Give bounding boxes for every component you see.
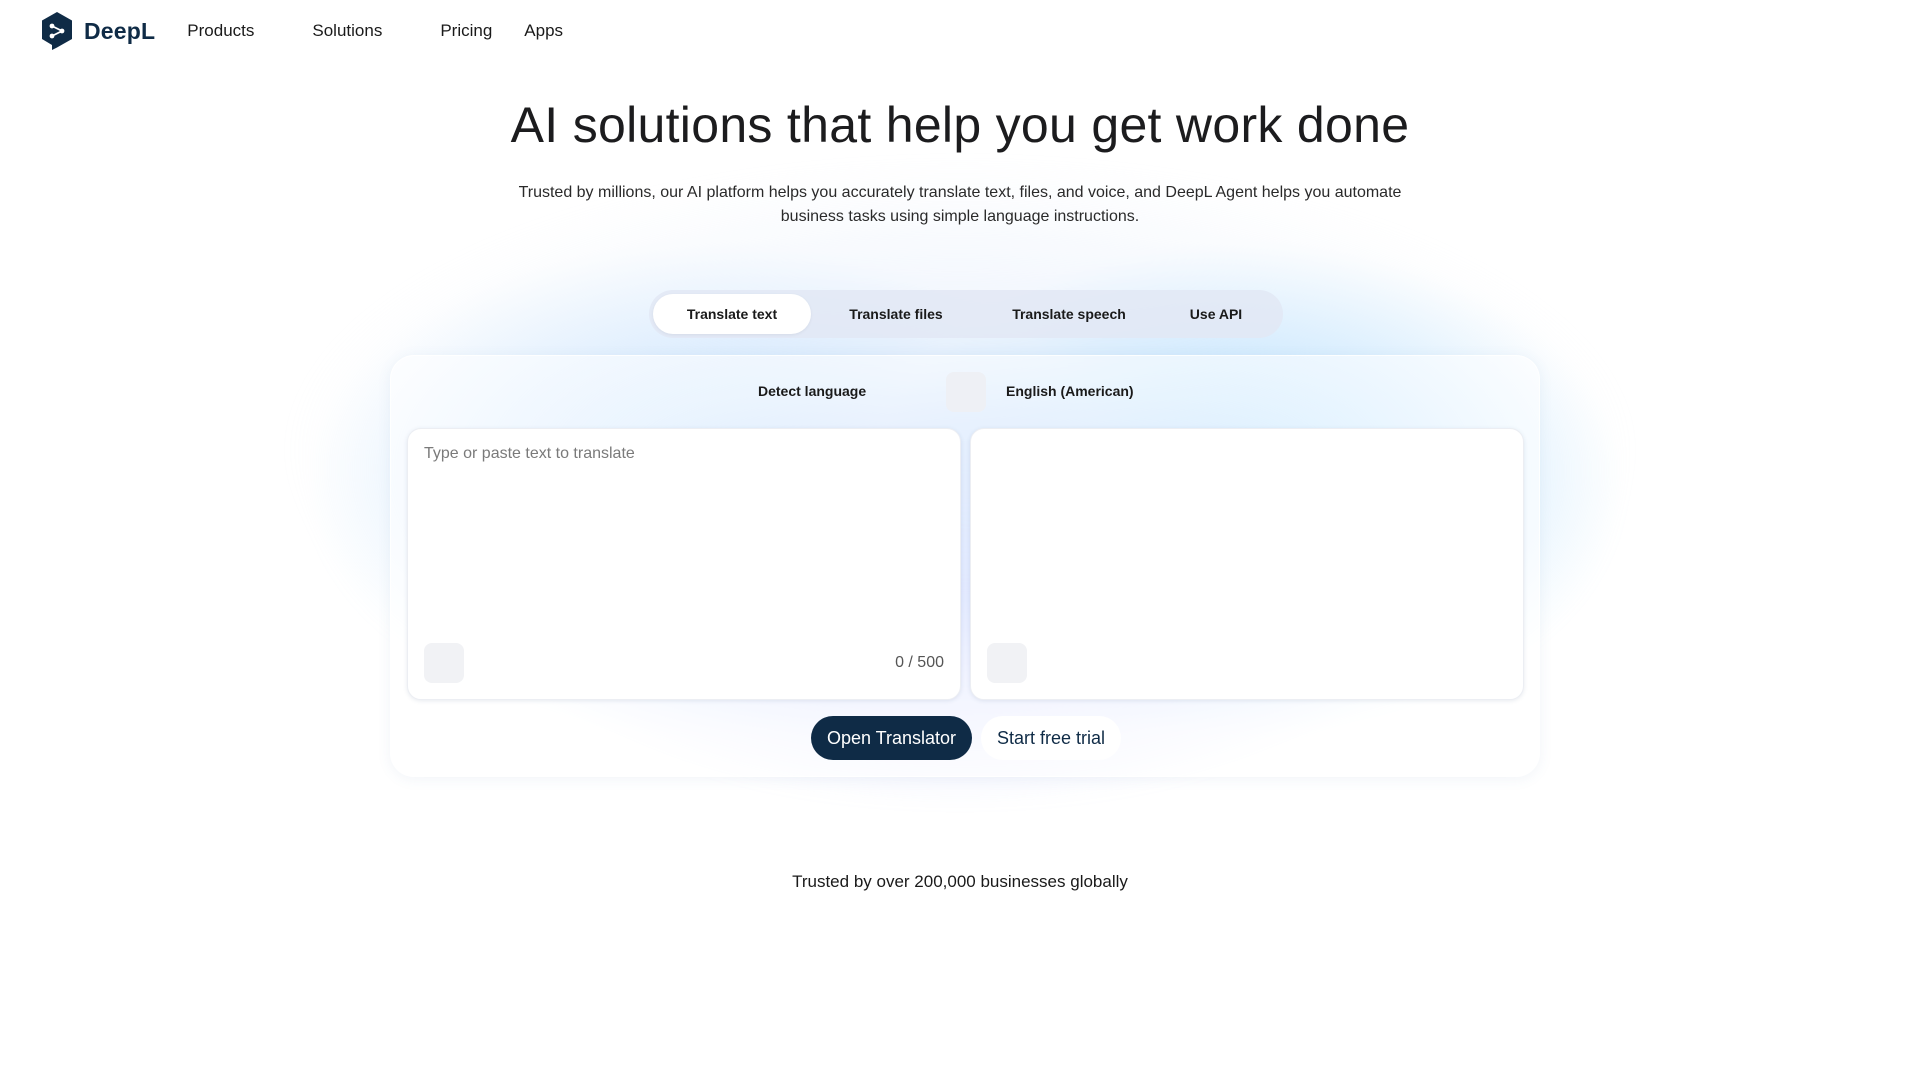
source-text-input[interactable]	[408, 429, 960, 639]
hero-title: AI solutions that help you get work done	[510, 97, 1410, 153]
tab-use-api[interactable]: Use API	[1157, 294, 1275, 334]
swap-languages-icon[interactable]	[946, 372, 986, 412]
language-bar: Detect language English (American)	[391, 372, 1541, 412]
nav-solutions[interactable]: Solutions	[312, 17, 382, 45]
source-text-pane: 0 / 500	[407, 428, 961, 700]
nav-pricing[interactable]: Pricing	[440, 17, 492, 45]
start-free-trial-button[interactable]: Start free trial	[981, 716, 1122, 760]
site-header: DeepL Products Solutions Pricing Apps	[0, 0, 1920, 62]
open-translator-button[interactable]: Open Translator	[810, 716, 973, 760]
page: DeepL Products Solutions Pricing Apps AI…	[0, 0, 1920, 1080]
nav-products[interactable]: Products	[187, 17, 254, 45]
character-counter: 0 / 500	[895, 654, 944, 671]
nav-apps[interactable]: Apps	[524, 17, 563, 45]
target-text-pane	[970, 428, 1524, 700]
tab-translate-files[interactable]: Translate files	[811, 294, 981, 334]
translator-card: Detect language English (American) 0 / 5…	[390, 355, 1540, 777]
product-tabs: Translate text Translate files Translate…	[649, 290, 1283, 338]
tab-translate-speech[interactable]: Translate speech	[981, 294, 1157, 334]
copy-icon[interactable]	[987, 643, 1027, 683]
target-language-selector[interactable]: English (American)	[1006, 383, 1134, 399]
source-language-selector[interactable]: Detect language	[758, 383, 866, 399]
main-nav: Products Solutions Pricing Apps	[187, 17, 563, 45]
brand-name: DeepL	[84, 17, 156, 44]
microphone-icon[interactable]	[424, 643, 464, 683]
deepl-logo-icon	[42, 12, 72, 50]
translator-actions: Open Translator Start free trial	[391, 716, 1541, 760]
trusted-by-text: Trusted by over 200,000 businesses globa…	[792, 872, 1128, 891]
tab-translate-text[interactable]: Translate text	[653, 294, 811, 334]
hero-subtitle: Trusted by millions, our AI platform hel…	[518, 184, 1402, 225]
brand-logo[interactable]: DeepL	[40, 11, 155, 51]
